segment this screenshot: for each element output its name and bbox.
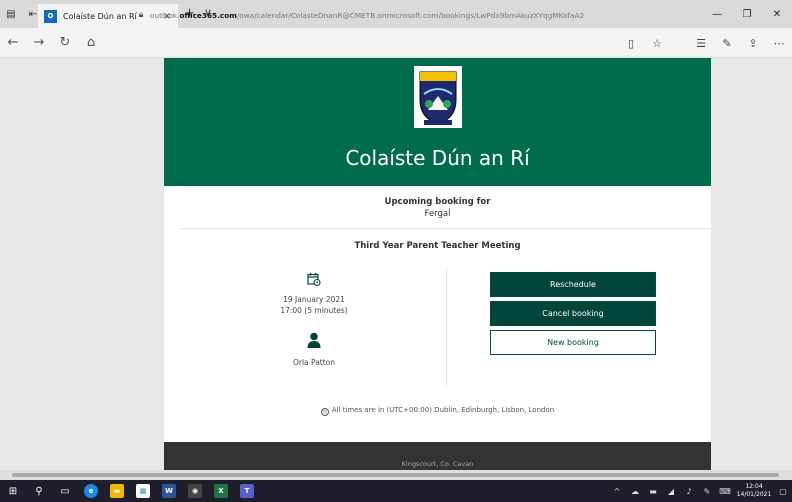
teams-icon[interactable]: T xyxy=(234,480,260,502)
address-bar: ← → ↻ ⌂ ▯ ☆ ☰ ✎ ⇪ ⋯ xyxy=(0,28,792,58)
url-path: /owa/calendar/ColasteDnanR@CMETB.onmicro… xyxy=(236,10,585,20)
new-booking-button[interactable]: New booking xyxy=(490,330,656,355)
column-divider xyxy=(446,268,447,386)
favorites-hub-icon[interactable]: ☰ xyxy=(688,28,714,58)
edge-browser-icon[interactable]: e xyxy=(78,480,104,502)
volume-icon[interactable]: ♪ xyxy=(680,487,698,496)
school-crest-logo xyxy=(414,66,462,128)
more-menu-icon[interactable]: ⋯ xyxy=(766,28,792,58)
refresh-icon[interactable]: ↻ xyxy=(52,28,78,58)
service-name: Third Year Parent Teacher Meeting xyxy=(354,241,521,251)
windows-taskbar: ⊞ ⚲ ▭ e ▬ ▦ W ◉ X T ^ ☁ ▬ ◢ ♪ ✎ ⌨ 12:04 … xyxy=(0,480,792,502)
maximize-icon[interactable]: ❐ xyxy=(732,0,762,28)
booking-time: 17:00 (5 minutes) xyxy=(280,306,348,315)
outlook-favicon-icon: O xyxy=(44,9,57,23)
network-icon[interactable]: ◢ xyxy=(662,487,680,496)
window-controls: — ❐ ✕ xyxy=(702,0,792,28)
customer-name: Fergal xyxy=(424,209,451,219)
timezone-note: ◷ All times are in (UTC+00:00) Dublin, Ed… xyxy=(164,406,711,416)
url-domain: office365.com xyxy=(179,10,237,20)
favorite-star-icon[interactable]: ☆ xyxy=(644,28,670,58)
address-bar-actions: ▯ ☆ ☰ ✎ ⇪ ⋯ xyxy=(618,28,792,58)
horizontal-scrollbar[interactable] xyxy=(0,470,792,480)
calendar-clock-icon xyxy=(307,273,321,287)
person-icon xyxy=(307,332,321,348)
url-prefix: outlook. xyxy=(150,10,180,20)
booking-date: 19 January 2021 xyxy=(283,295,345,304)
notifications-icon[interactable]: ▢ xyxy=(774,487,792,496)
search-icon[interactable]: ⚲ xyxy=(26,480,52,502)
info-clock-icon: ◷ xyxy=(320,408,329,416)
start-windows-icon[interactable]: ⊞ xyxy=(0,480,26,502)
page-viewport: Colaíste Dún an Rí Upcoming booking for … xyxy=(0,58,792,470)
excel-icon[interactable]: X xyxy=(208,480,234,502)
divider xyxy=(180,228,712,229)
home-icon[interactable]: ⌂ xyxy=(78,28,104,58)
school-name-heading: Colaíste Dún an Rí xyxy=(345,146,530,170)
pen-workspace-icon[interactable]: ✎ xyxy=(698,487,716,496)
upcoming-label: Upcoming booking for xyxy=(384,197,491,207)
onedrive-cloud-icon[interactable]: ☁ xyxy=(626,487,644,496)
scrollbar-thumb[interactable] xyxy=(12,473,779,477)
footer-address: Kingscourt, Co. Cavan xyxy=(401,460,474,468)
camera-icon[interactable]: ◉ xyxy=(182,480,208,502)
tab-actions-icon[interactable]: ▤ xyxy=(0,0,22,28)
close-window-icon[interactable]: ✕ xyxy=(762,0,792,28)
url-field[interactable]: 🔒︎ outlook. office365.com/owa/calendar/Co… xyxy=(132,6,682,24)
staff-name: Orla Patton xyxy=(292,358,336,367)
taskbar-clock[interactable]: 12:04 14/01/2021 xyxy=(734,483,774,499)
back-arrow-icon[interactable]: ← xyxy=(0,28,26,58)
page-footer: Kingscourt, Co. Cavan xyxy=(164,442,711,470)
share-icon[interactable]: ⇪ xyxy=(740,28,766,58)
upcoming-booking-heading: Upcoming booking for Fergal xyxy=(164,196,711,220)
reschedule-button[interactable]: Reschedule xyxy=(490,272,656,297)
system-tray: ^ ☁ ▬ ◢ ♪ ✎ ⌨ 12:04 14/01/2021 ▢ xyxy=(608,480,792,502)
clock-date: 14/01/2021 xyxy=(736,491,772,498)
touch-keyboard-icon[interactable]: ⌨ xyxy=(716,487,734,496)
booking-card: Colaíste Dún an Rí Upcoming booking for … xyxy=(164,58,712,470)
cancel-booking-button[interactable]: Cancel booking xyxy=(490,301,656,326)
battery-icon[interactable]: ▬ xyxy=(644,487,662,496)
store-icon[interactable]: ▦ xyxy=(130,480,156,502)
lock-icon: 🔒︎ xyxy=(138,10,144,20)
tray-chevron-icon[interactable]: ^ xyxy=(608,487,626,496)
file-explorer-icon[interactable]: ▬ xyxy=(104,480,130,502)
task-view-icon[interactable]: ▭ xyxy=(52,480,78,502)
timezone-text: All times are in (UTC+00:00) Dublin, Edi… xyxy=(331,406,555,414)
pen-notes-icon[interactable]: ✎ xyxy=(714,28,740,58)
clock-time: 12:04 xyxy=(745,483,763,490)
reading-view-icon[interactable]: ▯ xyxy=(618,28,644,58)
forward-arrow-icon[interactable]: → xyxy=(26,28,52,58)
hero-banner: Colaíste Dún an Rí xyxy=(164,58,711,186)
booking-details: 19 January 2021 17:00 (5 minutes) Orla P… xyxy=(224,268,404,367)
minimize-icon[interactable]: — xyxy=(702,0,732,28)
word-icon[interactable]: W xyxy=(156,480,182,502)
